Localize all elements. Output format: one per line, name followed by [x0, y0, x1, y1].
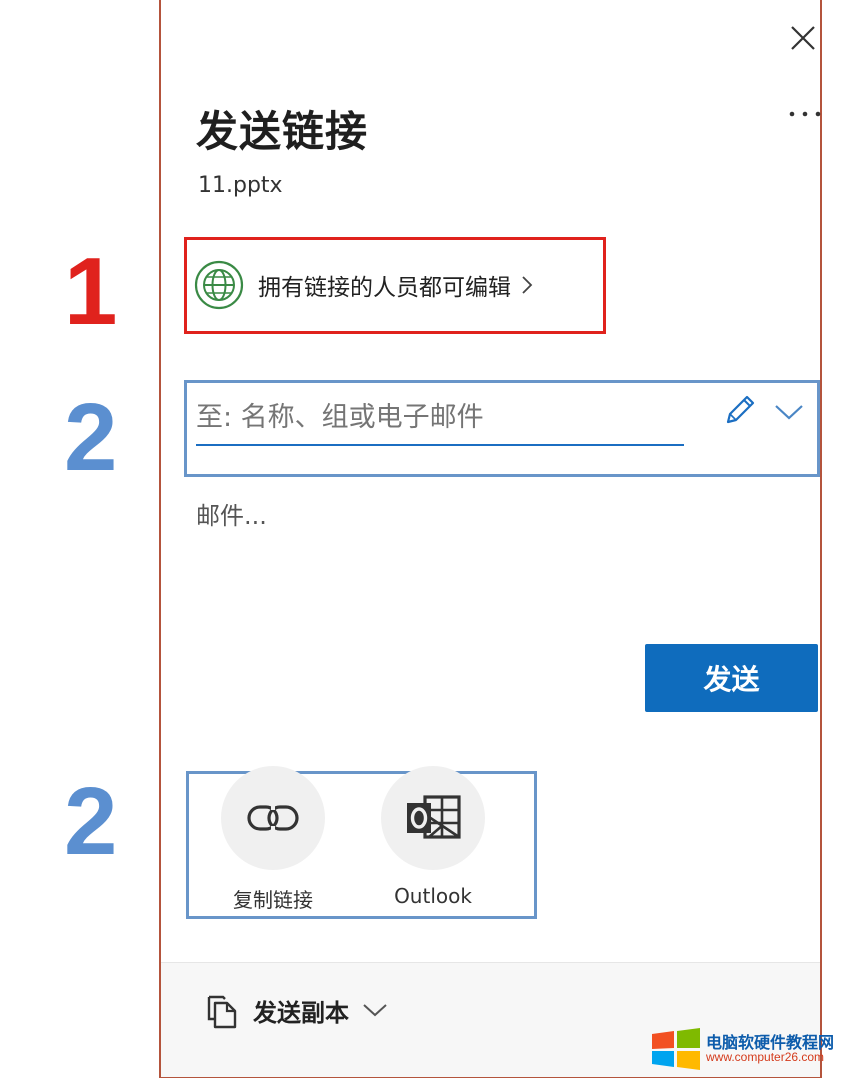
copy-link-circle — [221, 766, 325, 870]
close-icon — [791, 26, 815, 50]
annotation-marker-1: 1 — [64, 238, 118, 345]
send-button[interactable]: 发送 — [645, 644, 818, 712]
pencil-icon[interactable] — [722, 392, 758, 428]
more-options-button[interactable] — [785, 96, 825, 132]
watermark-title: 电脑软硬件教程网 — [706, 1032, 835, 1052]
globe-icon — [194, 260, 244, 310]
copy-document-icon — [207, 995, 237, 1029]
link-icon — [247, 804, 299, 832]
link-permission-button[interactable]: 拥有链接的人员都可编辑 — [194, 258, 594, 312]
copy-link-label: 复制链接 — [233, 888, 313, 912]
more-options-icon — [789, 111, 821, 117]
close-button[interactable] — [785, 20, 821, 56]
copy-link-option[interactable]: 复制链接 — [213, 766, 333, 913]
annotation-marker-2b: 2 — [64, 768, 118, 875]
chevron-down-icon[interactable] — [772, 398, 806, 424]
site-watermark: 电脑软硬件教程网 www.computer26.com — [650, 1026, 850, 1072]
send-copy-label: 发送副本 — [253, 998, 349, 1027]
windows-logo-icon — [652, 1028, 700, 1070]
chevron-down-icon — [363, 1004, 387, 1017]
message-field[interactable]: 邮件... — [196, 496, 267, 531]
send-copy-button[interactable]: 发送副本 — [205, 990, 389, 1030]
permission-label: 拥有链接的人员都可编辑 — [258, 275, 511, 301]
recipient-input[interactable] — [196, 390, 684, 446]
chevron-right-icon — [522, 276, 533, 294]
watermark-url: www.computer26.com — [706, 1050, 825, 1065]
annotation-marker-2a: 2 — [64, 384, 118, 491]
outlook-circle — [381, 766, 485, 870]
outlook-label: Outlook — [394, 884, 472, 908]
file-name: 11.pptx — [198, 173, 283, 198]
dialog-title: 发送链接 — [196, 107, 369, 156]
outlook-option[interactable]: Outlook — [373, 766, 493, 908]
outlook-icon — [407, 795, 461, 839]
